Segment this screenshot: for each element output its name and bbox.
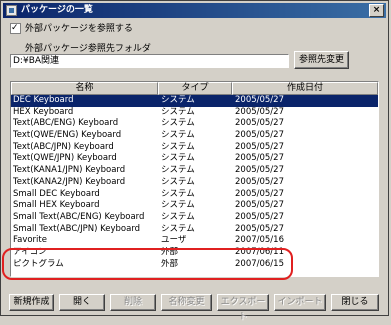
row-type-cell: システム: [161, 211, 195, 222]
folder-label: 外部パッケージ参照先フォルダ: [25, 44, 151, 54]
row-name-cell: HEX Keyboard: [13, 106, 74, 117]
table-row[interactable]: HEX Keyboard システム 2005/05/27: [11, 107, 378, 119]
table-row[interactable]: Text(QWE/JPN) Keyboard システム 2005/05/27: [11, 153, 378, 165]
open-button[interactable]: 開く: [59, 294, 105, 311]
row-name-cell: Text(KANA1/JPN) Keyboard: [13, 165, 126, 176]
row-date-cell: 2007/06/11: [235, 246, 284, 257]
row-name-cell: ピクトグラム: [13, 258, 64, 269]
row-name-cell: アイコン: [13, 246, 47, 257]
row-date-cell: 2005/05/27: [235, 118, 284, 129]
change-folder-button[interactable]: 参照先変更: [294, 51, 349, 69]
app-icon: [6, 5, 17, 16]
window-close-button[interactable]: ×: [369, 4, 384, 17]
import-button[interactable]: インポート: [274, 294, 326, 311]
table-row[interactable]: Small Text(ABC/ENG) Keyboard システム 2005/05/…: [11, 212, 378, 224]
row-name-cell: Small Text(ABC/JPN) Keyboard: [13, 223, 141, 234]
row-name-cell: Text(ABC/JPN) Keyboard: [13, 141, 114, 152]
table-row[interactable]: Small HEX Keyboard システム 2005/05/27: [11, 200, 378, 212]
table-row[interactable]: Text(ABC/ENG) Keyboard システム 2005/05/27: [11, 118, 378, 130]
folder-path-field[interactable]: D:¥BA関連: [10, 54, 289, 68]
close-button[interactable]: 閉じる: [331, 294, 379, 311]
row-date-cell: 2005/05/27: [235, 211, 284, 222]
external-package-checkbox-row[interactable]: 外部パッケージを参照する: [10, 22, 133, 36]
row-date-cell: 2005/05/27: [235, 106, 284, 117]
table-row[interactable]: Small Text(ABC/JPN) Keyboard システム 2005/05/…: [11, 224, 378, 236]
external-package-checkbox-label: 外部パッケージを参照する: [25, 24, 133, 34]
list-rows: DEC Keyboard システム 2005/05/27 HEX Keyboard シス…: [11, 95, 378, 270]
list-header: 名称 タイプ 作成日付: [11, 82, 378, 95]
row-type-cell: システム: [161, 200, 195, 211]
row-date-cell: 2005/05/27: [235, 200, 284, 211]
row-date-cell: 2005/05/27: [235, 95, 284, 105]
table-row[interactable]: Small DEC Keyboard システム 2005/05/27: [11, 189, 378, 201]
window-title: パッケージの一覧: [21, 5, 93, 15]
row-name-cell: DEC Keyboard: [13, 95, 74, 105]
row-name-cell: Text(QWE/JPN) Keyboard: [13, 153, 117, 164]
rename-button[interactable]: 名称変更: [161, 294, 212, 311]
row-type-cell: システム: [161, 223, 195, 234]
row-type-cell: システム: [161, 106, 195, 117]
table-row[interactable]: ピクトグラム 外部 2007/06/15: [11, 259, 378, 271]
row-name-cell: Text(KANA2/JPN) Keyboard: [13, 176, 126, 187]
row-type-cell: システム: [161, 188, 195, 199]
table-row[interactable]: アイコン 外部 2007/06/11: [11, 247, 378, 259]
row-date-cell: 2005/05/27: [235, 176, 284, 187]
export-button[interactable]: エクスポート: [217, 294, 269, 322]
row-type-cell: 外部: [161, 246, 179, 257]
row-name-cell: Text(ABC/ENG) Keyboard: [13, 118, 119, 129]
column-header-date[interactable]: 作成日付: [232, 82, 378, 95]
row-date-cell: 2005/05/27: [235, 223, 284, 234]
row-type-cell: システム: [161, 141, 195, 152]
new-button[interactable]: 新規作成: [9, 294, 54, 311]
row-date-cell: 2005/05/27: [235, 165, 284, 176]
row-date-cell: 2005/05/27: [235, 188, 284, 199]
row-date-cell: 2005/05/27: [235, 141, 284, 152]
row-date-cell: 2007/05/16: [235, 235, 284, 246]
column-header-type[interactable]: タイプ: [158, 82, 232, 95]
table-row[interactable]: Text(QWE/ENG) Keyboard システム 2005/05/27: [11, 130, 378, 142]
row-name-cell: Small HEX Keyboard: [13, 200, 100, 211]
row-type-cell: システム: [161, 95, 195, 105]
row-type-cell: システム: [161, 118, 195, 129]
external-package-checkbox[interactable]: [10, 22, 21, 34]
row-type-cell: ユーザ: [161, 235, 187, 246]
row-type-cell: システム: [161, 153, 195, 164]
delete-button[interactable]: 削除: [110, 294, 156, 311]
row-name-cell: Small DEC Keyboard: [13, 188, 100, 199]
title-bar: パッケージの一覧 ×: [3, 3, 386, 18]
column-header-name[interactable]: 名称: [11, 82, 158, 95]
table-row[interactable]: DEC Keyboard システム 2005/05/27: [11, 95, 378, 107]
package-list[interactable]: 名称 タイプ 作成日付 DEC Keyboard システム 2005/05/27 HE…: [10, 81, 379, 277]
table-row[interactable]: Favorite ユーザ 2007/05/16: [11, 235, 378, 247]
row-type-cell: 外部: [161, 258, 179, 269]
row-name-cell: Text(QWE/ENG) Keyboard: [13, 130, 122, 141]
row-name-cell: Small Text(ABC/ENG) Keyboard: [13, 211, 145, 222]
row-name-cell: Favorite: [13, 235, 47, 246]
row-type-cell: システム: [161, 165, 195, 176]
table-row[interactable]: Text(ABC/JPN) Keyboard システム 2005/05/27: [11, 142, 378, 154]
row-date-cell: 2007/06/15: [235, 258, 284, 269]
package-list-window: パッケージの一覧 × 外部パッケージを参照する 外部パッケージ参照先フォルダ D…: [0, 0, 389, 322]
row-type-cell: システム: [161, 176, 195, 187]
row-date-cell: 2005/05/27: [235, 153, 284, 164]
row-type-cell: システム: [161, 130, 195, 141]
table-row[interactable]: Text(KANA1/JPN) Keyboard システム 2005/05/27: [11, 165, 378, 177]
row-date-cell: 2005/05/27: [235, 130, 284, 141]
table-row[interactable]: Text(KANA2/JPN) Keyboard システム 2005/05/27: [11, 177, 378, 189]
